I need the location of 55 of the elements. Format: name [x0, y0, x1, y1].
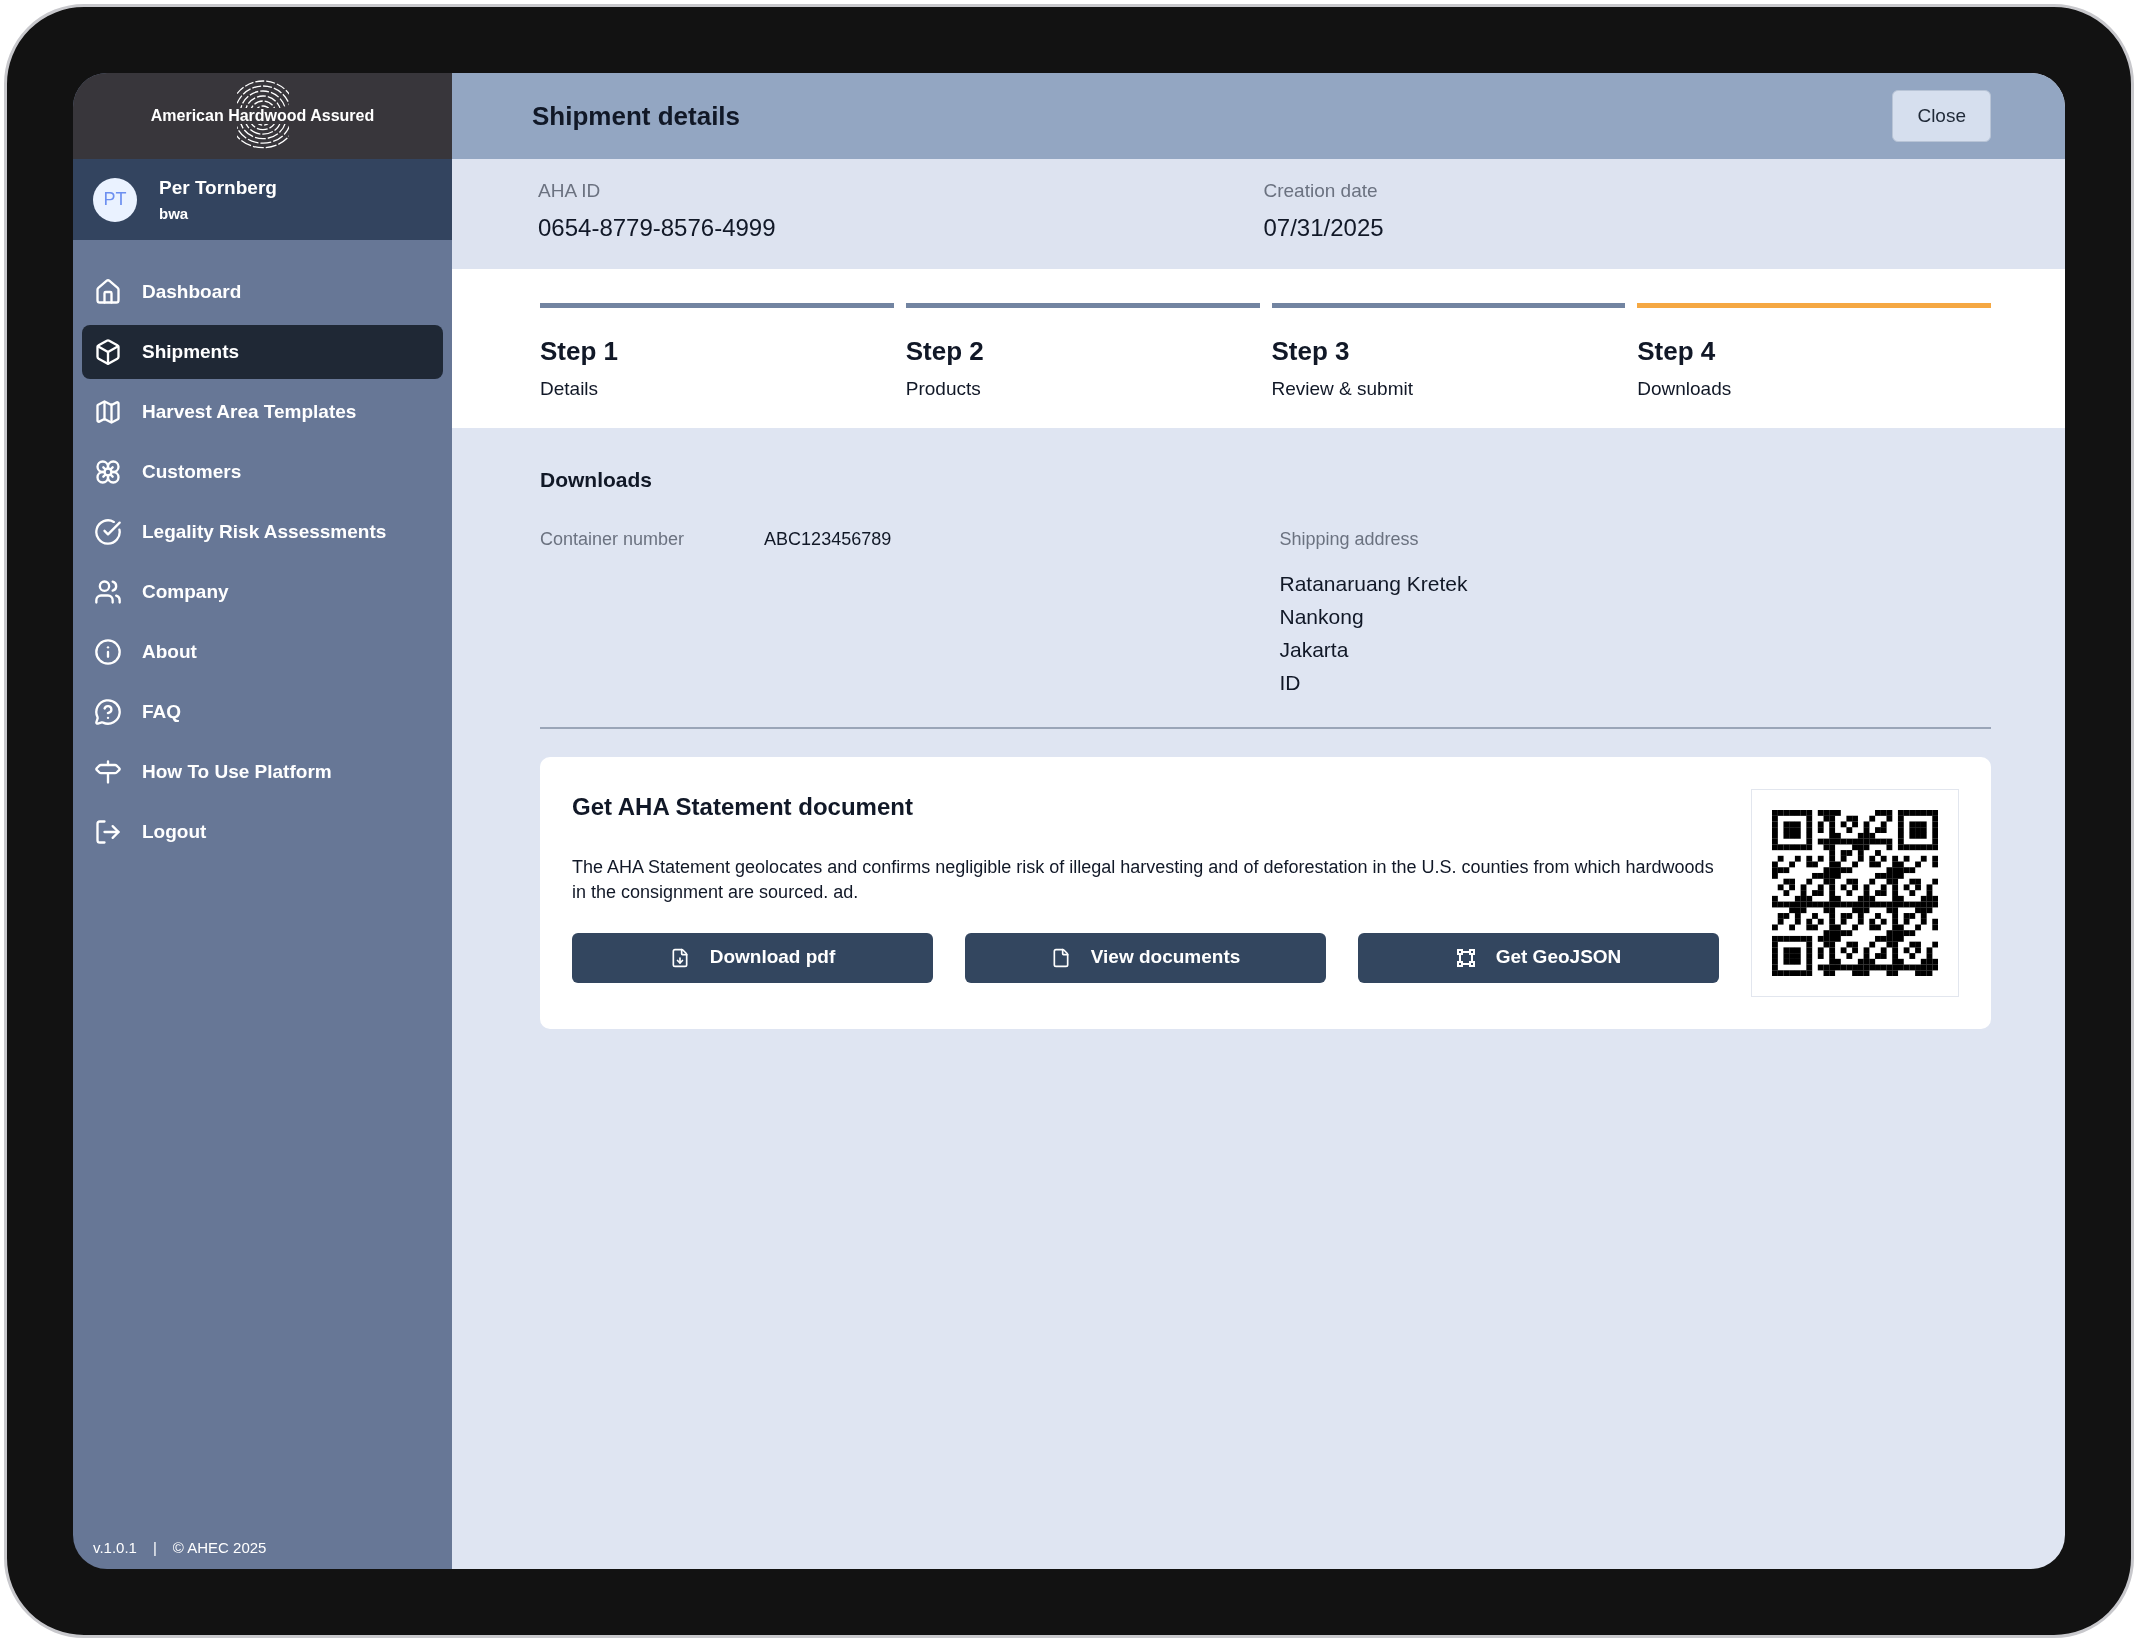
step-title: Step 1 — [540, 335, 620, 368]
info-icon — [94, 638, 122, 666]
check-circle-icon — [94, 518, 122, 546]
field-value: 07/31/2025 — [1263, 212, 1385, 243]
user-organization: bwa — [159, 203, 190, 224]
home-icon — [94, 278, 122, 306]
field-label: Shipping address — [1279, 527, 1420, 551]
nav-item[interactable]: FAQ — [82, 685, 443, 739]
nav-item[interactable]: Company — [82, 565, 443, 619]
box-icon — [94, 338, 122, 366]
step-subtitle: Review & submit — [1271, 377, 1414, 401]
nav-item[interactable]: Dashboard — [82, 265, 443, 319]
separator-text: | — [152, 1537, 157, 1558]
version-text: v.1.0.1 — [93, 1537, 137, 1558]
close-button[interactable]: Close — [1892, 90, 1991, 142]
step-subtitle: Downloads — [1637, 377, 1733, 401]
user-name: Per Tornberg — [159, 176, 277, 200]
field-label: Creation date — [1263, 179, 1379, 203]
signpost-icon — [94, 758, 122, 786]
step-subtitle: Products — [905, 377, 982, 401]
flower-icon — [94, 458, 122, 486]
card-description: The AHA Statement geolocates and confirms negligible risk of illegal harvesting and of deforestation in the U.S. counties from which hardwoods in the consignment are sourced. ad. — [572, 855, 1715, 904]
brand-name: American Hardwood Assured — [148, 108, 377, 124]
address-line: ID — [1279, 669, 1302, 696]
action-button[interactable]: Download pdf — [572, 932, 933, 983]
map-icon — [94, 398, 122, 426]
action-button[interactable]: View documents — [965, 932, 1326, 983]
address-line: Nankong — [1279, 603, 1365, 630]
field-label: AHA ID — [538, 179, 602, 203]
nav-item[interactable]: Harvest Area Templates — [82, 385, 443, 439]
nav-item[interactable]: How To Use Platform — [82, 745, 443, 799]
step-title: Step 2 — [905, 335, 985, 368]
nav-item[interactable]: Legality Risk Assessments — [82, 505, 443, 559]
step-title: Step 4 — [1637, 335, 1717, 368]
card-title: Get AHA Statement document — [572, 791, 914, 822]
field-label: Container number — [540, 527, 685, 551]
copyright-text: © AHEC 2025 — [172, 1537, 267, 1558]
nav-item[interactable]: About — [82, 625, 443, 679]
address-line: Ratanaruang Kretek — [1279, 570, 1469, 597]
logout-icon — [94, 818, 122, 846]
field-value: ABC123456789 — [764, 527, 892, 551]
question-bubble-icon — [94, 698, 122, 726]
nav-item[interactable]: Logout — [82, 805, 443, 859]
nav-item[interactable]: Customers — [82, 445, 443, 499]
action-button[interactable]: Get GeoJSON — [1358, 932, 1719, 983]
nav-item[interactable]: Shipments — [82, 325, 443, 379]
user-avatar: PT — [93, 177, 137, 222]
vector-square-icon — [1455, 947, 1476, 968]
page-title: Shipment details — [532, 99, 741, 133]
step-subtitle: Details — [540, 377, 600, 401]
people-icon — [94, 578, 122, 606]
step-title: Step 3 — [1271, 335, 1351, 368]
section-title: Downloads — [540, 467, 653, 493]
address-line: Jakarta — [1279, 636, 1350, 663]
field-value: 0654-8779-8576-4999 — [538, 212, 777, 243]
